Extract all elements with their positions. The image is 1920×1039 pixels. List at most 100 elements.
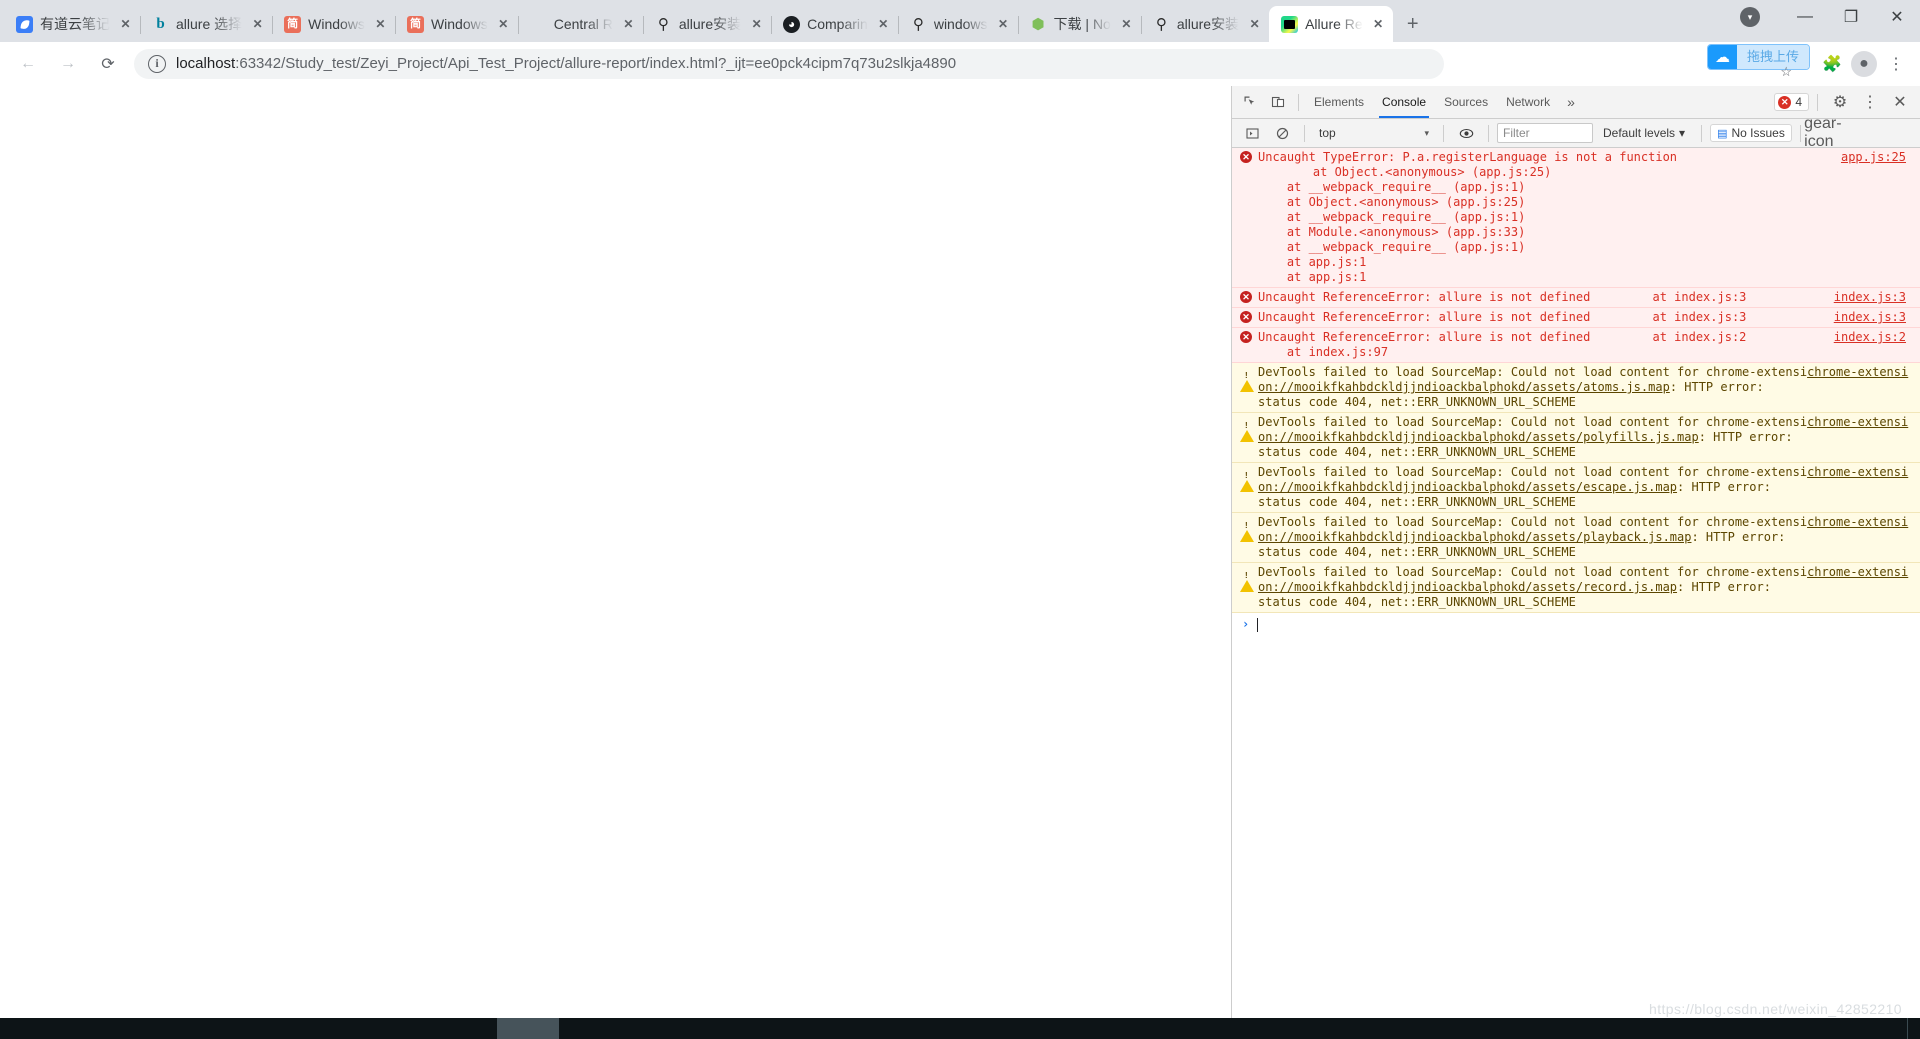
sourcemap-url-tail[interactable]: on://mooikfkahbdckldjjndioackbalphokd/as… — [1258, 480, 1677, 494]
browser-tab-windows-3[interactable]: ⚲ windows ✕ — [898, 6, 1019, 42]
console-settings-gear-icon[interactable]: gear-icon — [1804, 115, 1841, 150]
console-message-source-link[interactable]: index.js:3 — [1834, 310, 1920, 325]
issues-badge[interactable]: ▤ No Issues — [1710, 124, 1792, 142]
stack-frame[interactable]: at Object.<anonymous> (app.js:25) — [1284, 165, 1551, 179]
maximize-restore-button[interactable]: ❐ — [1828, 0, 1874, 34]
back-button[interactable]: ← — [12, 48, 44, 80]
new-tab-button[interactable]: + — [1399, 10, 1427, 38]
console-message-text: Uncaught TypeError: P.a.registerLanguage… — [1258, 150, 1678, 164]
browser-tab-allure-select[interactable]: b allure 选择 ✕ — [140, 6, 274, 42]
browser-tab-windows-1[interactable]: 简 Windows ✕ — [272, 6, 396, 42]
tab-sources[interactable]: Sources — [1435, 86, 1497, 118]
live-expression-icon[interactable] — [1452, 120, 1480, 146]
sourcemap-url-head[interactable]: chrome-extensi — [1807, 365, 1908, 379]
console-prompt[interactable]: › — [1232, 613, 1920, 636]
minimize-button[interactable]: — — [1782, 0, 1828, 34]
tab-close-button[interactable]: ✕ — [117, 16, 134, 33]
tab-network[interactable]: Network — [1497, 86, 1559, 118]
tab-close-button[interactable]: ✕ — [1370, 16, 1387, 33]
sourcemap-url-head[interactable]: chrome-extensi — [1807, 465, 1908, 479]
sourcemap-url-tail[interactable]: on://mooikfkahbdckldjjndioackbalphokd/as… — [1258, 430, 1699, 444]
device-toolbar-icon[interactable] — [1264, 89, 1292, 115]
console-message-warning[interactable]: DevTools failed to load SourceMap: Could… — [1232, 363, 1920, 413]
stack-frame[interactable]: at Module.<anonymous> (app.js:33) — [1258, 225, 1525, 239]
tab-elements[interactable]: Elements — [1305, 86, 1373, 118]
console-message-warning[interactable]: DevTools failed to load SourceMap: Could… — [1232, 413, 1920, 463]
console-message-warning[interactable]: DevTools failed to load SourceMap: Could… — [1232, 463, 1920, 513]
tab-console[interactable]: Console — [1373, 86, 1435, 118]
browser-tab-allure-install-1[interactable]: ⚲ allure安装 ✕ — [643, 6, 773, 42]
browser-tab-central-r[interactable]: Central R ✕ — [518, 6, 645, 42]
sourcemap-url-head[interactable]: chrome-extensi — [1807, 515, 1908, 529]
browser-menu-button[interactable]: ⋮ — [1880, 48, 1912, 80]
console-message-source-link[interactable]: index.js:2 — [1834, 330, 1920, 360]
bookmark-star-icon[interactable]: ☆ — [1780, 64, 1792, 80]
browser-tab-allure-report[interactable]: Allure Re ✕ — [1269, 6, 1393, 42]
forward-button[interactable]: → — [52, 48, 84, 80]
tab-close-button[interactable]: ✕ — [748, 16, 765, 33]
stack-frame[interactable]: at __webpack_require__ (app.js:1) — [1258, 210, 1525, 224]
taskbar-active-item[interactable] — [497, 1018, 559, 1039]
stack-frame[interactable]: at __webpack_require__ (app.js:1) — [1258, 240, 1525, 254]
inspect-element-icon[interactable] — [1236, 89, 1264, 115]
extension-badge-drag-upload[interactable]: ☁ 拖拽上传 — [1706, 44, 1810, 70]
tab-close-button[interactable]: ✕ — [995, 16, 1012, 33]
console-filter-input[interactable]: Filter — [1497, 123, 1593, 143]
execution-context-selector[interactable]: top ▾ — [1313, 126, 1435, 140]
console-message-error[interactable]: ✕ Uncaught ReferenceError: allure is not… — [1232, 328, 1920, 363]
console-sidebar-icon[interactable] — [1238, 120, 1266, 146]
stack-frame[interactable]: at index.js:2 — [1624, 330, 1746, 344]
chevron-down-icon[interactable]: ▾ — [1740, 7, 1760, 27]
tab-close-button[interactable]: ✕ — [1246, 16, 1263, 33]
browser-tab-comparing[interactable]: ◕ Comparin ✕ — [771, 6, 899, 42]
error-count-badge[interactable]: ✕ 4 — [1774, 93, 1809, 111]
console-message-source-link[interactable]: app.js:25 — [1841, 150, 1920, 285]
warning-line-1: DevTools failed to load SourceMap: Could… — [1258, 365, 1808, 379]
profile-avatar[interactable]: ● — [1848, 48, 1880, 80]
stack-frame[interactable]: at index.js:97 — [1258, 345, 1388, 359]
stack-frame[interactable]: at app.js:1 — [1258, 255, 1366, 269]
console-message-error[interactable]: ✕ Uncaught ReferenceError: allure is not… — [1232, 308, 1920, 328]
browser-tab-nodejs-download[interactable]: ⬢ 下载 | No ✕ — [1018, 6, 1143, 42]
console-message-warning[interactable]: DevTools failed to load SourceMap: Could… — [1232, 513, 1920, 563]
tab-close-button[interactable]: ✕ — [249, 16, 266, 33]
sourcemap-url-tail[interactable]: on://mooikfkahbdckldjjndioackbalphokd/as… — [1258, 530, 1691, 544]
taskbar-show-desktop[interactable] — [1907, 1018, 1908, 1039]
stack-frame[interactable]: at index.js:3 — [1624, 290, 1746, 304]
stack-frame[interactable]: at index.js:3 — [1624, 310, 1746, 324]
log-levels-dropdown[interactable]: Default levels ▾ — [1595, 126, 1693, 140]
devtools-settings-button[interactable]: ⚙ — [1826, 89, 1854, 115]
clear-console-icon[interactable] — [1268, 120, 1296, 146]
console-message-list[interactable]: ✕ Uncaught TypeError: P.a.registerLangua… — [1232, 148, 1920, 1018]
console-message-error[interactable]: ✕ Uncaught ReferenceError: allure is not… — [1232, 288, 1920, 308]
browser-tab-allure-install-2[interactable]: ⚲ allure安装 ✕ — [1141, 6, 1269, 42]
console-message-warning[interactable]: DevTools failed to load SourceMap: Could… — [1232, 563, 1920, 613]
console-message-error[interactable]: ✕ Uncaught TypeError: P.a.registerLangua… — [1232, 148, 1920, 288]
tab-close-button[interactable]: ✕ — [1118, 16, 1135, 33]
page-top-edge — [0, 86, 1231, 87]
tab-close-button[interactable]: ✕ — [620, 16, 637, 33]
window-close-button[interactable]: ✕ — [1874, 0, 1920, 34]
reload-button[interactable]: ⟳ — [92, 48, 124, 80]
more-tabs-icon[interactable]: » — [1559, 94, 1583, 110]
browser-tab-windows-2[interactable]: 简 Windows ✕ — [395, 6, 519, 42]
stack-frame[interactable]: at app.js:1 — [1258, 270, 1366, 284]
sourcemap-url-tail[interactable]: on://mooikfkahbdckldjjndioackbalphokd/as… — [1258, 380, 1670, 394]
tab-close-button[interactable]: ✕ — [372, 16, 389, 33]
devtools-close-button[interactable]: ✕ — [1886, 89, 1914, 115]
devtools-menu-button[interactable]: ⋮ — [1856, 89, 1884, 115]
tab-close-button[interactable]: ✕ — [495, 16, 512, 33]
extensions-icon[interactable]: 🧩 — [1816, 48, 1848, 80]
site-info-icon[interactable]: i — [148, 54, 166, 73]
sourcemap-url-head[interactable]: chrome-extensi — [1807, 415, 1908, 429]
os-taskbar[interactable] — [0, 1018, 1920, 1039]
sourcemap-url-tail[interactable]: on://mooikfkahbdckldjjndioackbalphokd/as… — [1258, 580, 1677, 594]
warning-icon — [1240, 515, 1258, 560]
address-bar[interactable]: i localhost:63342/Study_test/Zeyi_Projec… — [134, 48, 1444, 79]
stack-frame[interactable]: at Object.<anonymous> (app.js:25) — [1258, 195, 1525, 209]
console-message-source-link[interactable]: index.js:3 — [1834, 290, 1920, 305]
sourcemap-url-head[interactable]: chrome-extensi — [1807, 565, 1908, 579]
tab-close-button[interactable]: ✕ — [875, 16, 892, 33]
browser-tab-youdao[interactable]: 有道云笔记 ✕ — [4, 6, 141, 42]
stack-frame[interactable]: at __webpack_require__ (app.js:1) — [1258, 180, 1525, 194]
